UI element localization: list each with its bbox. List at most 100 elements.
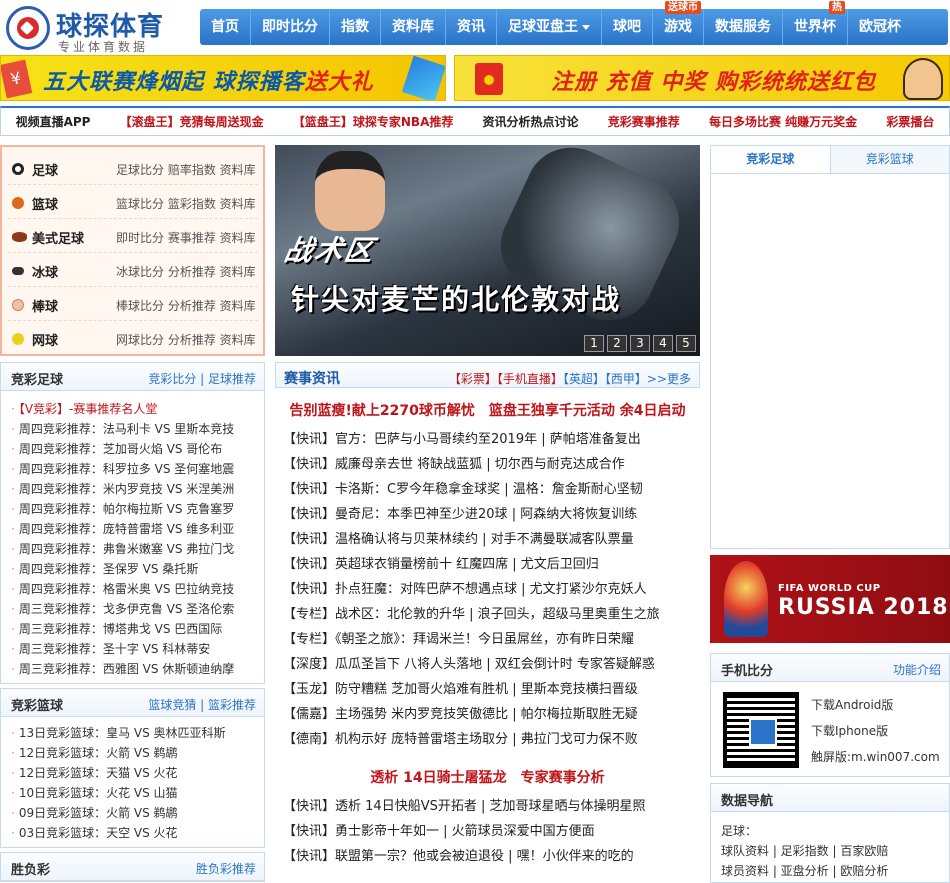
news-item[interactable]: 【快讯】威廉母亲去世 将缺战蓝狐 | 切尔西与耐克达成合作 — [283, 452, 698, 477]
tab-jc-football[interactable]: 竞彩足球 — [711, 146, 831, 173]
sport-name[interactable]: 篮球 — [32, 194, 58, 213]
list-item[interactable]: 周四竞彩推荐：格雷米奥 VS 巴拉纳竞技 — [11, 579, 264, 599]
news-item[interactable]: 【快讯】官方：巴萨与小马哥续约至2019年 | 萨帕塔准备复出 — [283, 427, 698, 452]
list-item[interactable]: 03日竞彩篮球：天空 VS 火花 — [11, 823, 264, 843]
nav-item-odds[interactable]: 指数 — [330, 9, 381, 45]
nav-item-live-score[interactable]: 即时比分 — [251, 9, 330, 45]
sport-name[interactable]: 美式足球 — [32, 228, 84, 247]
data-nav-links[interactable]: 球员资料 | 亚盘分析 | 欧赔分析 — [721, 862, 888, 879]
nav-item-asian-handicap[interactable]: 足球亚盘王 — [497, 9, 602, 45]
sport-links[interactable]: 冰球比分 分析推荐 资料库 — [116, 263, 256, 280]
box-more-links[interactable]: 胜负彩推荐 — [196, 860, 256, 877]
sport-links[interactable]: 网球比分 分析推荐 资料库 — [116, 331, 256, 348]
news-item[interactable]: 【德南】机构示好 庞特普雷塔主场取分 | 弗拉门戈可力保不败 — [283, 727, 698, 752]
nav-item-forum[interactable]: 球吧 — [602, 9, 653, 45]
list-item[interactable]: 【V竞彩】-赛事推荐名人堂 — [11, 399, 264, 419]
news-item[interactable]: 【快讯】勇士影帝十年如一 | 火箭球员深爱中国方便面 — [283, 819, 698, 844]
news-item[interactable]: 【深度】瓜瓜圣旨下 八将人头落地 | 双红会倒计时 专家答疑解惑 — [283, 652, 698, 677]
news-item[interactable]: 【儒嘉】主场强势 米内罗竞技笑傲德比 | 帕尔梅拉斯取胜无疑 — [283, 702, 698, 727]
box-more-links[interactable]: 篮球竞猜 | 篮彩推荐 — [148, 696, 256, 713]
list-item[interactable]: 周四竞彩推荐：弗鲁米嫩塞 VS 弗拉门戈 — [11, 539, 264, 559]
news-item[interactable]: 【快讯】英超球衣销量榜前十 红魔四席 | 尤文后卫回归 — [283, 552, 698, 577]
list-item[interactable]: 周三竞彩推荐：戈多伊克鲁 VS 圣洛伦索 — [11, 599, 264, 619]
news-item[interactable]: 【快讯】温格确认将与贝莱林续约 | 对手不满曼联减客队票量 — [283, 527, 698, 552]
sport-links[interactable]: 篮球比分 篮彩指数 资料库 — [116, 195, 256, 212]
news-item[interactable]: 【专栏】《朝圣之旅》：拜谒米兰！今日虽屌丝，亦有昨日荣耀 — [283, 627, 698, 652]
feature-intro-link[interactable]: 功能介绍 — [893, 661, 941, 678]
world-cup-line1: FIFA WORLD CUP — [778, 583, 881, 594]
quick-link[interactable]: 每日多场比赛 纯赚万元奖金 — [709, 113, 857, 130]
list-item[interactable]: 周三竞彩推荐：圣十字 VS 科林蒂安 — [11, 639, 264, 659]
site-logo[interactable]: 球探体育 专业体育数据 — [4, 4, 194, 54]
nav-item-database[interactable]: 资料库 — [381, 9, 446, 45]
quick-link[interactable]: 【篮盘王】球探专家NBA推荐 — [293, 113, 453, 130]
sport-name[interactable]: 网球 — [32, 330, 58, 349]
sport-name[interactable]: 棒球 — [32, 296, 58, 315]
list-item[interactable]: 周四竞彩推荐：芝加哥火焰 VS 哥伦布 — [11, 439, 264, 459]
news-item[interactable]: 【快讯】联盟第一宗？他或会被迫退役 | 嘿！小伙伴来的吃的 — [283, 844, 698, 869]
sport-row-ice-hockey[interactable]: 冰球 冰球比分 分析推荐 资料库 — [8, 253, 258, 287]
touch-version-link[interactable]: 触屏版:m.win007.com — [811, 748, 940, 765]
news-item[interactable]: 【快讯】卡洛斯：C罗今年稳拿金球奖 | 温格：詹金斯耐心坚韧 — [283, 477, 698, 502]
tab-jc-basketball[interactable]: 竞彩篮球 — [830, 146, 949, 173]
list-item[interactable]: 周四竞彩推荐：法马利卡 VS 里斯本竞技 — [11, 419, 264, 439]
news-item[interactable]: 【快讯】曼奇尼：本季巴神至少进20球 | 阿森纳大将恢复训练 — [283, 502, 698, 527]
news-tag-links-blue[interactable]: 【英超】【西甲】>>更多 — [563, 372, 691, 386]
quick-link[interactable]: 【滚盘王】竞猜每周送现金 — [120, 113, 264, 130]
data-nav-links[interactable]: 球队资料 | 足彩指数 | 百家欧赔 — [721, 842, 888, 859]
list-item[interactable]: 周四竞彩推荐：米内罗竞技 VS 米涅美洲 — [11, 479, 264, 499]
list-item[interactable]: 12日竞彩篮球：天猫 VS 火花 — [11, 763, 264, 783]
quick-link[interactable]: 资讯分析热点讨论 — [483, 113, 579, 130]
sport-name[interactable]: 足球 — [32, 160, 58, 179]
sport-row-basketball[interactable]: 篮球 篮球比分 篮彩指数 资料库 — [8, 185, 258, 219]
sport-row-football[interactable]: 足球 足球比分 赔率指数 资料库 — [8, 151, 258, 185]
list-item[interactable]: 13日竞彩篮球：皇马 VS 奥林匹亚科斯 — [11, 723, 264, 743]
quick-link[interactable]: 彩票播台 — [886, 113, 934, 130]
sport-name[interactable]: 冰球 — [32, 262, 58, 281]
promo-banner-red-packet[interactable]: 注册 充值 中奖 购彩统统送红包 — [454, 55, 950, 101]
list-item[interactable]: 周三竞彩推荐：西雅图 VS 休斯顿迪纳摩 — [11, 659, 264, 679]
quick-link[interactable]: 视频直播APP — [16, 113, 91, 130]
hero-title[interactable]: 针尖对麦芒的北伦敦对战 — [291, 278, 621, 318]
list-item[interactable]: 09日竞彩篮球：火箭 VS 鹈鹕 — [11, 803, 264, 823]
nav-item-champions-league[interactable]: 欧冠杯 — [848, 9, 912, 45]
sport-links[interactable]: 棒球比分 分析推荐 资料库 — [116, 297, 256, 314]
sport-row-baseball[interactable]: 棒球 棒球比分 分析推荐 资料库 — [8, 287, 258, 321]
world-cup-banner[interactable]: FIFA WORLD CUP RUSSIA 2018 — [710, 555, 950, 643]
list-item[interactable]: 周四竞彩推荐：圣保罗 VS 桑托斯 — [11, 559, 264, 579]
news-item[interactable]: 【专栏】战术区：北伦敦的升华 | 浪子回头，超级马里奥重生之旅 — [283, 602, 698, 627]
hero-carousel[interactable]: 战术区 针尖对麦芒的北伦敦对战 1 2 3 4 5 — [275, 145, 700, 356]
list-item[interactable]: 12日竞彩篮球：火箭 VS 鹈鹕 — [11, 743, 264, 763]
nav-item-games[interactable]: 送球币 游戏 — [653, 1, 704, 45]
nav-item-home[interactable]: 首页 — [200, 9, 251, 45]
carousel-page-button[interactable]: 5 — [676, 335, 696, 352]
sport-links[interactable]: 足球比分 赔率指数 资料库 — [116, 161, 256, 178]
list-item[interactable]: 10日竞彩篮球：火花 VS 山猫 — [11, 783, 264, 803]
list-item[interactable]: 周四竞彩推荐：帕尔梅拉斯 VS 克鲁塞罗 — [11, 499, 264, 519]
carousel-page-button[interactable]: 2 — [607, 335, 627, 352]
box-header: 手机比分 功能介绍 — [711, 654, 949, 682]
news-item[interactable]: 【玉龙】防守糟糕 芝加哥火焰难有胜机 | 里斯本竞技横扫晋级 — [283, 677, 698, 702]
nav-item-world-cup[interactable]: 热世界杯 — [783, 1, 848, 45]
carousel-page-button[interactable]: 3 — [630, 335, 650, 352]
carousel-page-button[interactable]: 1 — [584, 335, 604, 352]
download-iphone-link[interactable]: 下载Iphone版 — [811, 722, 888, 739]
quick-link[interactable]: 竞彩赛事推荐 — [608, 113, 680, 130]
sport-row-tennis[interactable]: 网球 网球比分 分析推荐 资料库 — [8, 321, 258, 355]
list-item[interactable]: 周三竞彩推荐：博塔弗戈 VS 巴西国际 — [11, 619, 264, 639]
sport-row-american-football[interactable]: 美式足球 即时比分 赛事推荐 资料库 — [8, 219, 258, 253]
sport-links[interactable]: 即时比分 赛事推荐 资料库 — [116, 229, 256, 246]
list-item[interactable]: 周四竞彩推荐：科罗拉多 VS 圣何塞地震 — [11, 459, 264, 479]
news-headline[interactable]: 透析 14日骑士屠猛龙 专家赛事分析 — [275, 767, 700, 787]
download-android-link[interactable]: 下载Android版 — [811, 696, 893, 713]
promo-banner-podcast[interactable]: ¥ 五大联赛烽烟起 球探播客送大礼 — [0, 55, 446, 101]
news-tag-links-red[interactable]: 【彩票】【手机直播】 — [449, 372, 563, 386]
box-more-links[interactable]: 竞彩比分 | 足球推荐 — [148, 370, 256, 387]
news-item[interactable]: 【快讯】透析 14日快船VS开拓者 | 芝加哥球星晒与体操明星照 — [283, 794, 698, 819]
carousel-page-button[interactable]: 4 — [653, 335, 673, 352]
news-item[interactable]: 【快讯】扑点狂魔：对阵巴萨不想遇点球 | 尤文打紧沙尔克妖人 — [283, 577, 698, 602]
nav-item-data-service[interactable]: 数据服务 — [704, 9, 783, 45]
news-headline[interactable]: 告别蓝瘦!献上2270球币解忧 篮盘王独享千元活动 余4日启动 — [275, 400, 700, 420]
nav-item-news[interactable]: 资讯 — [446, 9, 497, 45]
list-item[interactable]: 周四竞彩推荐：庞特普雷塔 VS 维多利亚 — [11, 519, 264, 539]
